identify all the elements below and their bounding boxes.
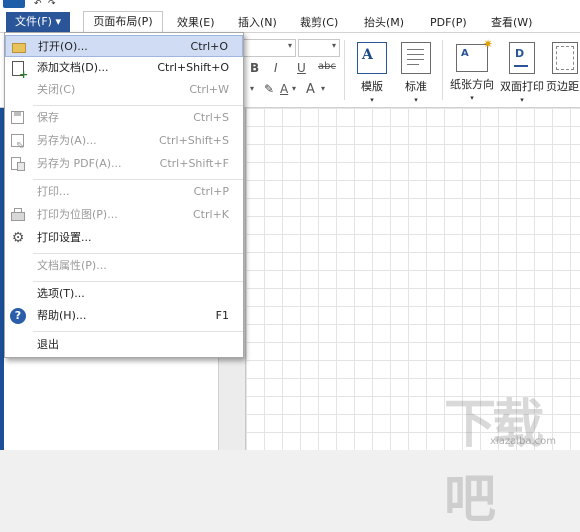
chevron-down-icon: ▾ xyxy=(414,96,418,104)
margins-button[interactable]: 页边距 xyxy=(546,42,580,94)
font-color-button[interactable]: A xyxy=(280,82,288,96)
save-as-icon: ✎ xyxy=(10,133,26,152)
menu-item-shortcut: Ctrl+Shift+F xyxy=(159,157,229,170)
menu-item-label: 添加文档(D)... xyxy=(37,61,109,74)
chevron-down-icon: ▾ xyxy=(287,41,292,50)
tab-pdf[interactable]: PDF(P) xyxy=(430,13,467,32)
standard-label: 标准 xyxy=(405,80,427,93)
tab-insert[interactable]: 插入(N) xyxy=(238,13,277,32)
tab-effects[interactable]: 效果(E) xyxy=(177,13,215,32)
menu-item-shortcut: F1 xyxy=(215,309,229,322)
chevron-down-icon: ▾ xyxy=(331,41,336,50)
menu-separator xyxy=(33,253,243,254)
tab-header[interactable]: 抬头(M) xyxy=(364,13,404,32)
menu-item-label: 打印... xyxy=(37,185,70,198)
menu-item-open[interactable]: 打开(O)... Ctrl+O xyxy=(5,35,243,57)
menu-item-shortcut: Ctrl+Shift+O xyxy=(157,61,229,74)
ribbon-divider xyxy=(442,40,443,100)
folder-open-icon xyxy=(11,39,27,55)
watermark: 下载吧 xiazaiba.com xyxy=(430,380,580,530)
menu-item-shortcut: Ctrl+W xyxy=(189,83,229,96)
chevron-down-icon[interactable]: ▾ xyxy=(250,84,254,93)
watermark-text: xiazaiba.com xyxy=(490,436,556,447)
ribbon-divider xyxy=(344,40,345,100)
menu-item-shortcut: Ctrl+Shift+S xyxy=(159,134,229,147)
print-bitmap-icon xyxy=(10,207,26,223)
menu-item-exit[interactable]: 退出 xyxy=(5,334,243,356)
template-icon: A xyxy=(357,42,387,74)
menu-item-save-as-pdf[interactable]: 另存为 PDF(A)... Ctrl+Shift+F xyxy=(5,153,243,175)
title-bar xyxy=(0,0,580,10)
duplex-print-icon: D xyxy=(509,42,535,74)
app-icon[interactable] xyxy=(3,0,25,8)
italic-button[interactable]: I xyxy=(274,61,278,75)
menu-item-print-settings[interactable]: ⚙ 打印设置... xyxy=(5,227,243,249)
redo-icon[interactable]: ↷ xyxy=(48,0,56,9)
menu-separator xyxy=(33,179,243,180)
menu-item-print[interactable]: 打印... Ctrl+P xyxy=(5,181,243,203)
menu-item-save[interactable]: 保存 Ctrl+S xyxy=(5,107,243,129)
menu-item-label: 帮助(H)... xyxy=(37,309,87,322)
chevron-down-icon[interactable]: ▾ xyxy=(292,84,296,93)
file-menu: 打开(O)... Ctrl+O + 添加文档(D)... Ctrl+Shift+… xyxy=(4,32,244,358)
duplex-print-label: 双面打印 xyxy=(500,80,544,93)
margins-icon xyxy=(552,42,578,74)
font-name-select[interactable]: ▾ xyxy=(242,39,296,57)
margins-label: 页边距 xyxy=(546,80,579,93)
menu-item-label: 退出 xyxy=(37,338,59,351)
menu-separator xyxy=(33,105,243,106)
menu-item-label: 文档属性(P)... xyxy=(37,259,107,272)
font-size-select[interactable]: ▾ xyxy=(298,39,340,57)
menu-separator xyxy=(33,281,243,282)
chevron-down-icon: ▾ xyxy=(520,96,524,104)
menu-item-label: 另存为(A)... xyxy=(37,134,97,147)
watermark-logo-icon: 下载吧 xyxy=(444,395,544,530)
gear-icon: ⚙ xyxy=(11,230,25,246)
menu-item-label: 保存 xyxy=(37,111,59,124)
font-size-button[interactable]: A xyxy=(306,82,315,97)
menu-item-label: 选项(T)... xyxy=(37,287,85,300)
menu-item-label: 另存为 PDF(A)... xyxy=(37,157,122,170)
paper-orientation-icon: A ✷ xyxy=(456,37,493,72)
menu-item-label: 打印为位图(P)... xyxy=(37,208,118,221)
save-pdf-icon xyxy=(10,156,26,172)
paper-orientation-button[interactable]: A ✷ 纸张方向 ▾ xyxy=(448,37,496,102)
menu-item-label: 关闭(C) xyxy=(37,83,76,96)
menu-item-help[interactable]: ? 帮助(H)... F1 xyxy=(5,305,243,327)
highlight-icon[interactable]: ✎ xyxy=(264,82,274,96)
chevron-down-icon[interactable]: ▾ xyxy=(321,84,325,93)
tab-crop[interactable]: 裁剪(C) xyxy=(300,13,338,32)
tab-page-layout[interactable]: 页面布局(P) xyxy=(83,11,163,33)
menu-item-label: 打印设置... xyxy=(37,231,92,244)
duplex-print-button[interactable]: D 双面打印 ▾ xyxy=(498,42,546,104)
standard-button[interactable]: 标准 ▾ xyxy=(398,42,434,104)
document-icon xyxy=(401,42,431,74)
template-label: 模版 xyxy=(361,80,383,93)
paper-orientation-label: 纸张方向 xyxy=(450,78,494,91)
help-icon: ? xyxy=(10,308,26,324)
chevron-down-icon: ▾ xyxy=(370,96,374,104)
menu-item-save-as[interactable]: ✎ 另存为(A)... Ctrl+Shift+S xyxy=(5,130,243,152)
menu-separator xyxy=(33,331,243,332)
menu-item-shortcut: Ctrl+O xyxy=(190,40,228,53)
add-document-icon: + xyxy=(10,60,28,81)
undo-icon[interactable]: ↶ xyxy=(34,0,42,9)
menu-item-shortcut: Ctrl+K xyxy=(192,208,229,221)
menu-item-close[interactable]: 关闭(C) Ctrl+W xyxy=(5,79,243,101)
menu-item-shortcut: Ctrl+P xyxy=(193,185,229,198)
tab-file[interactable]: 文件(F) ▾ xyxy=(6,12,70,32)
menu-item-document-properties[interactable]: 文档属性(P)... xyxy=(5,255,243,277)
menu-item-add-document[interactable]: + 添加文档(D)... Ctrl+Shift+O xyxy=(5,57,243,81)
menu-item-label: 打开(O)... xyxy=(38,40,88,53)
strikethrough-button[interactable]: abc xyxy=(318,61,336,72)
menu-item-print-bitmap[interactable]: 打印为位图(P)... Ctrl+K xyxy=(5,204,243,226)
underline-button[interactable]: U xyxy=(297,61,306,75)
template-button[interactable]: A 模版 ▾ xyxy=(354,42,390,104)
tab-view[interactable]: 查看(W) xyxy=(491,13,532,32)
chevron-down-icon: ▾ xyxy=(470,94,474,102)
bold-button[interactable]: B xyxy=(250,61,259,75)
menu-item-options[interactable]: 选项(T)... xyxy=(5,283,243,305)
save-icon xyxy=(10,110,26,126)
menu-item-shortcut: Ctrl+S xyxy=(193,111,229,124)
